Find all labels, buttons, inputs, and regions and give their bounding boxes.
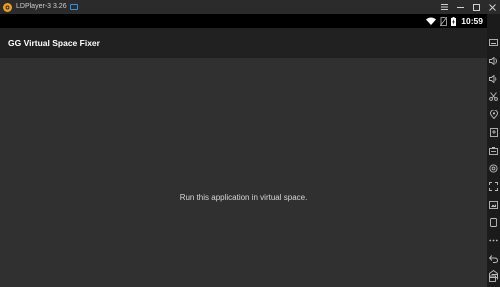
status-time: 10:59 bbox=[461, 16, 483, 26]
window-title: LDPlayer-3 3.26 bbox=[16, 3, 67, 10]
install-apk-icon[interactable] bbox=[488, 127, 499, 138]
shake-icon[interactable] bbox=[488, 217, 499, 228]
settings-icon[interactable] bbox=[488, 163, 499, 174]
app-content: Run this application in virtual space. bbox=[0, 58, 487, 287]
maximize-icon[interactable] bbox=[468, 0, 484, 14]
app-title: GG Virtual Space Fixer bbox=[8, 38, 100, 48]
volume-up-icon[interactable] bbox=[488, 55, 499, 66]
ldplayer-logo-icon bbox=[3, 2, 12, 12]
volume-down-icon[interactable] bbox=[488, 73, 499, 84]
minimize-icon[interactable] bbox=[452, 0, 468, 14]
title-bar: LDPlayer-3 3.26 bbox=[0, 0, 500, 14]
status-icons: 10:59 bbox=[422, 14, 483, 28]
screenshot-icon[interactable] bbox=[488, 199, 499, 210]
close-icon[interactable] bbox=[484, 0, 500, 14]
emulator-sidebar bbox=[487, 14, 500, 287]
android-status-bar: 10:59 bbox=[0, 14, 487, 28]
fullscreen-icon[interactable] bbox=[488, 181, 499, 192]
info-message: Run this application in virtual space. bbox=[179, 193, 308, 202]
battery-charging-icon bbox=[451, 16, 457, 26]
location-icon[interactable] bbox=[488, 109, 499, 120]
back-icon[interactable] bbox=[488, 253, 499, 264]
scissors-icon[interactable] bbox=[488, 91, 499, 102]
more-icon[interactable] bbox=[488, 235, 499, 246]
wifi-icon bbox=[426, 17, 437, 25]
window-controls bbox=[436, 0, 500, 14]
shared-folder-icon[interactable] bbox=[488, 145, 499, 156]
menu-icon[interactable] bbox=[436, 0, 452, 14]
keyboard-icon[interactable] bbox=[488, 37, 499, 48]
emulator-window: LDPlayer-3 3.26 10:59 GG Virtual Space F… bbox=[0, 0, 500, 287]
recent-apps-icon[interactable] bbox=[488, 272, 499, 283]
app-toolbar: GG Virtual Space Fixer bbox=[0, 28, 487, 58]
version-badge-icon bbox=[69, 4, 78, 10]
no-sim-icon bbox=[440, 16, 448, 26]
